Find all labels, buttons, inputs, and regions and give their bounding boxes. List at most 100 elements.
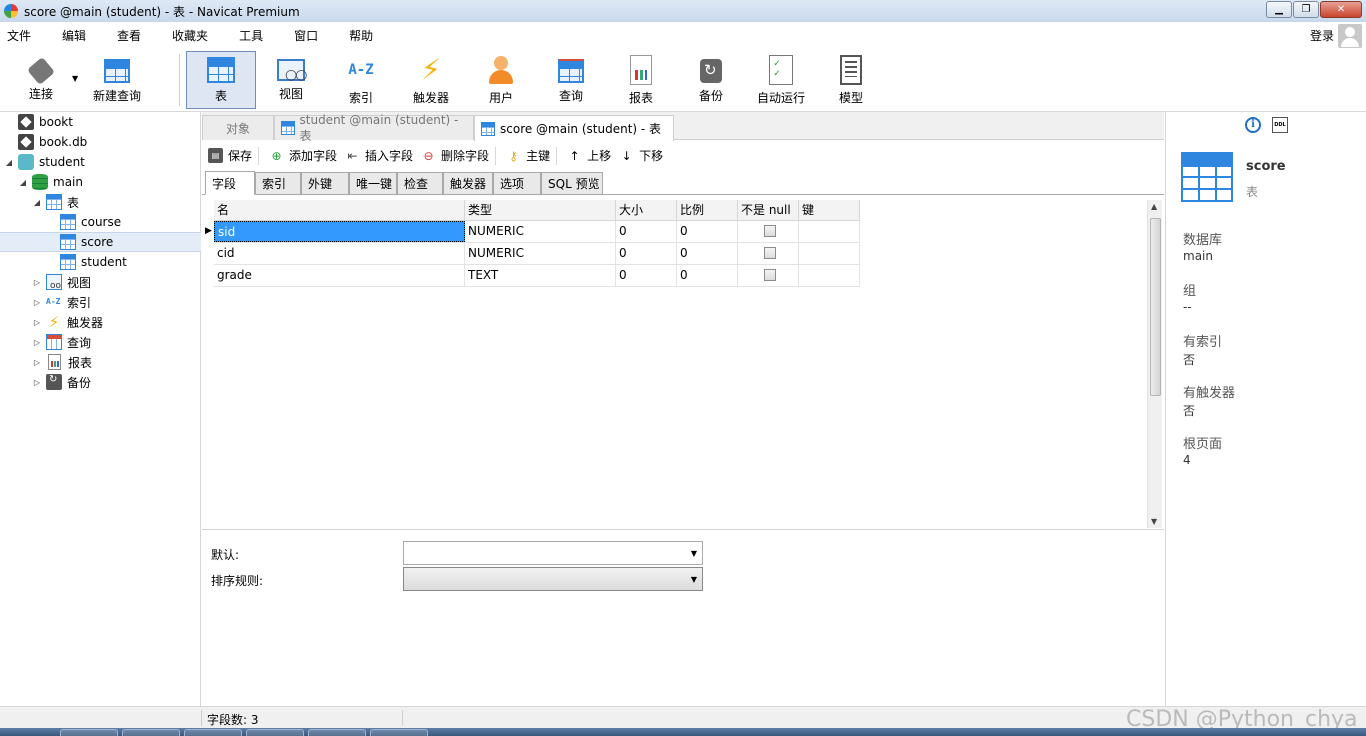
cell-scale[interactable]: 0 [677, 265, 738, 286]
tab-triggers[interactable]: 触发器 [443, 172, 493, 195]
table-row[interactable]: sid NUMERIC 0 0 [214, 221, 860, 243]
tree-item-student-connection[interactable]: ◢ student [0, 152, 201, 172]
column-header-name[interactable]: 名 [214, 200, 465, 220]
collapsed-arrow-icon[interactable]: ▷ [32, 278, 42, 287]
taskbar-item[interactable] [184, 729, 242, 736]
taskbar-item[interactable] [246, 729, 304, 736]
insert-field-button[interactable]: ⇤ 插入字段 [345, 147, 414, 164]
menu-file[interactable]: 文件 [0, 27, 43, 44]
maximize-button[interactable]: ❐ [1293, 1, 1319, 18]
grid-vertical-scrollbar[interactable]: ▲ ▼ [1147, 200, 1162, 528]
tree-item-main[interactable]: ◢ main [0, 172, 201, 192]
tree-item-tables[interactable]: ◢ 表 [0, 192, 201, 212]
column-header-scale[interactable]: 比例 [677, 200, 738, 220]
cell-scale[interactable]: 0 [677, 243, 738, 264]
tab-student-table[interactable]: student @main (student) - 表 [274, 113, 474, 143]
cell-name[interactable]: sid [214, 221, 465, 242]
info-icon[interactable]: i [1245, 117, 1261, 133]
column-header-type[interactable]: 类型 [465, 200, 616, 220]
avatar[interactable] [1338, 24, 1362, 48]
tree-item-book-db[interactable]: book.db [0, 132, 201, 152]
primary-key-button[interactable]: ⚷ 主键 [506, 147, 550, 164]
tree-item-triggers[interactable]: ▷ ⚡ 触发器 [0, 312, 201, 332]
menu-edit[interactable]: 编辑 [55, 27, 98, 44]
collation-combo[interactable]: ▼ [403, 567, 703, 591]
scrollbar-thumb[interactable] [1150, 218, 1161, 396]
expanded-arrow-icon[interactable]: ◢ [32, 198, 42, 207]
default-combo[interactable]: ▼ [403, 541, 703, 565]
tree-item-bookt[interactable]: bookt [0, 112, 201, 132]
taskbar-item[interactable] [122, 729, 180, 736]
cell-size[interactable]: 0 [616, 221, 677, 242]
connect-button[interactable]: 连接 [6, 51, 76, 109]
user-button[interactable]: 用户 [466, 51, 536, 109]
new-query-button[interactable]: 新建查询 [82, 51, 152, 109]
cell-size[interactable]: 0 [616, 243, 677, 264]
tree-item-course[interactable]: course [0, 212, 201, 232]
automation-button[interactable]: 自动运行 [746, 51, 816, 109]
trigger-button[interactable]: ⚡ 触发器 [396, 51, 466, 109]
cell-key[interactable] [799, 243, 860, 264]
tree-item-queries[interactable]: ▷ 查询 [0, 332, 201, 352]
collapsed-arrow-icon[interactable]: ▷ [32, 318, 42, 327]
close-button[interactable]: ✕ [1320, 1, 1362, 18]
add-field-button[interactable]: ⊕ 添加字段 [269, 147, 337, 164]
not-null-checkbox[interactable] [763, 269, 776, 281]
column-header-not-null[interactable]: 不是 null [738, 200, 799, 220]
cell-type[interactable]: NUMERIC [465, 221, 616, 242]
tab-unique-keys[interactable]: 唯一键 [349, 172, 397, 195]
backup-button[interactable]: 备份 [676, 51, 746, 109]
tree-item-indexes[interactable]: ▷ A-Z 索引 [0, 292, 201, 312]
menu-help[interactable]: 帮助 [342, 27, 385, 44]
tab-foreign-keys[interactable]: 外键 [301, 172, 349, 195]
tab-score-table[interactable]: score @main (student) - 表 [474, 115, 674, 141]
collapsed-arrow-icon[interactable]: ▷ [32, 298, 42, 307]
ddl-icon[interactable]: DDL [1272, 117, 1288, 133]
login-link[interactable]: 登录 [1310, 27, 1334, 44]
move-down-button[interactable]: ↓ 下移 [619, 147, 664, 164]
table-row[interactable]: grade TEXT 0 0 [214, 265, 860, 287]
tab-options[interactable]: 选项 [493, 172, 541, 195]
query-button[interactable]: 查询 [536, 51, 606, 109]
tab-checks[interactable]: 检查 [397, 172, 443, 195]
scroll-up-icon[interactable]: ▲ [1151, 202, 1157, 211]
model-button[interactable]: 模型 [816, 51, 886, 109]
delete-field-button[interactable]: ⊖ 删除字段 [421, 147, 490, 164]
table-row[interactable]: cid NUMERIC 0 0 [214, 243, 860, 265]
cell-size[interactable]: 0 [616, 265, 677, 286]
menu-favorites[interactable]: 收藏夹 [165, 27, 220, 44]
cell-key[interactable] [799, 265, 860, 286]
move-up-button[interactable]: ↑ 上移 [567, 147, 612, 164]
taskbar-item[interactable] [370, 729, 428, 736]
tree-item-views[interactable]: ▷ 视图 [0, 272, 201, 292]
collapsed-arrow-icon[interactable]: ▷ [32, 338, 42, 347]
report-button[interactable]: 报表 [606, 51, 676, 109]
tree-item-student-table[interactable]: student [0, 252, 201, 272]
cell-name[interactable]: grade [214, 265, 465, 286]
scroll-down-icon[interactable]: ▼ [1151, 517, 1157, 526]
tree-item-reports[interactable]: ▷ 报表 [0, 352, 201, 372]
save-button[interactable]: ▤ 保存 [208, 147, 252, 164]
column-header-key[interactable]: 键 [799, 200, 860, 220]
tab-sql-preview[interactable]: SQL 预览 [541, 172, 603, 195]
cell-name[interactable]: cid [214, 243, 465, 264]
tab-objects[interactable]: 对象 [202, 115, 274, 140]
not-null-checkbox[interactable] [763, 247, 776, 259]
taskbar-item[interactable] [60, 729, 118, 736]
view-button[interactable]: 视图 [256, 51, 326, 109]
menu-tools[interactable]: 工具 [232, 27, 275, 44]
expanded-arrow-icon[interactable]: ◢ [18, 178, 28, 187]
column-header-size[interactable]: 大小 [616, 200, 677, 220]
collapsed-arrow-icon[interactable]: ▷ [32, 378, 42, 387]
minimize-button[interactable]: ▁ [1266, 1, 1292, 18]
tab-indexes[interactable]: 索引 [255, 172, 301, 195]
table-button[interactable]: 表 [186, 51, 256, 109]
tree-item-score[interactable]: score [0, 232, 201, 252]
taskbar-item[interactable] [308, 729, 366, 736]
cell-scale[interactable]: 0 [677, 221, 738, 242]
cell-type[interactable]: NUMERIC [465, 243, 616, 264]
cell-key[interactable] [799, 221, 860, 242]
expanded-arrow-icon[interactable]: ◢ [4, 158, 14, 167]
not-null-checkbox[interactable] [763, 225, 776, 237]
index-button[interactable]: A-Z 索引 [326, 51, 396, 109]
